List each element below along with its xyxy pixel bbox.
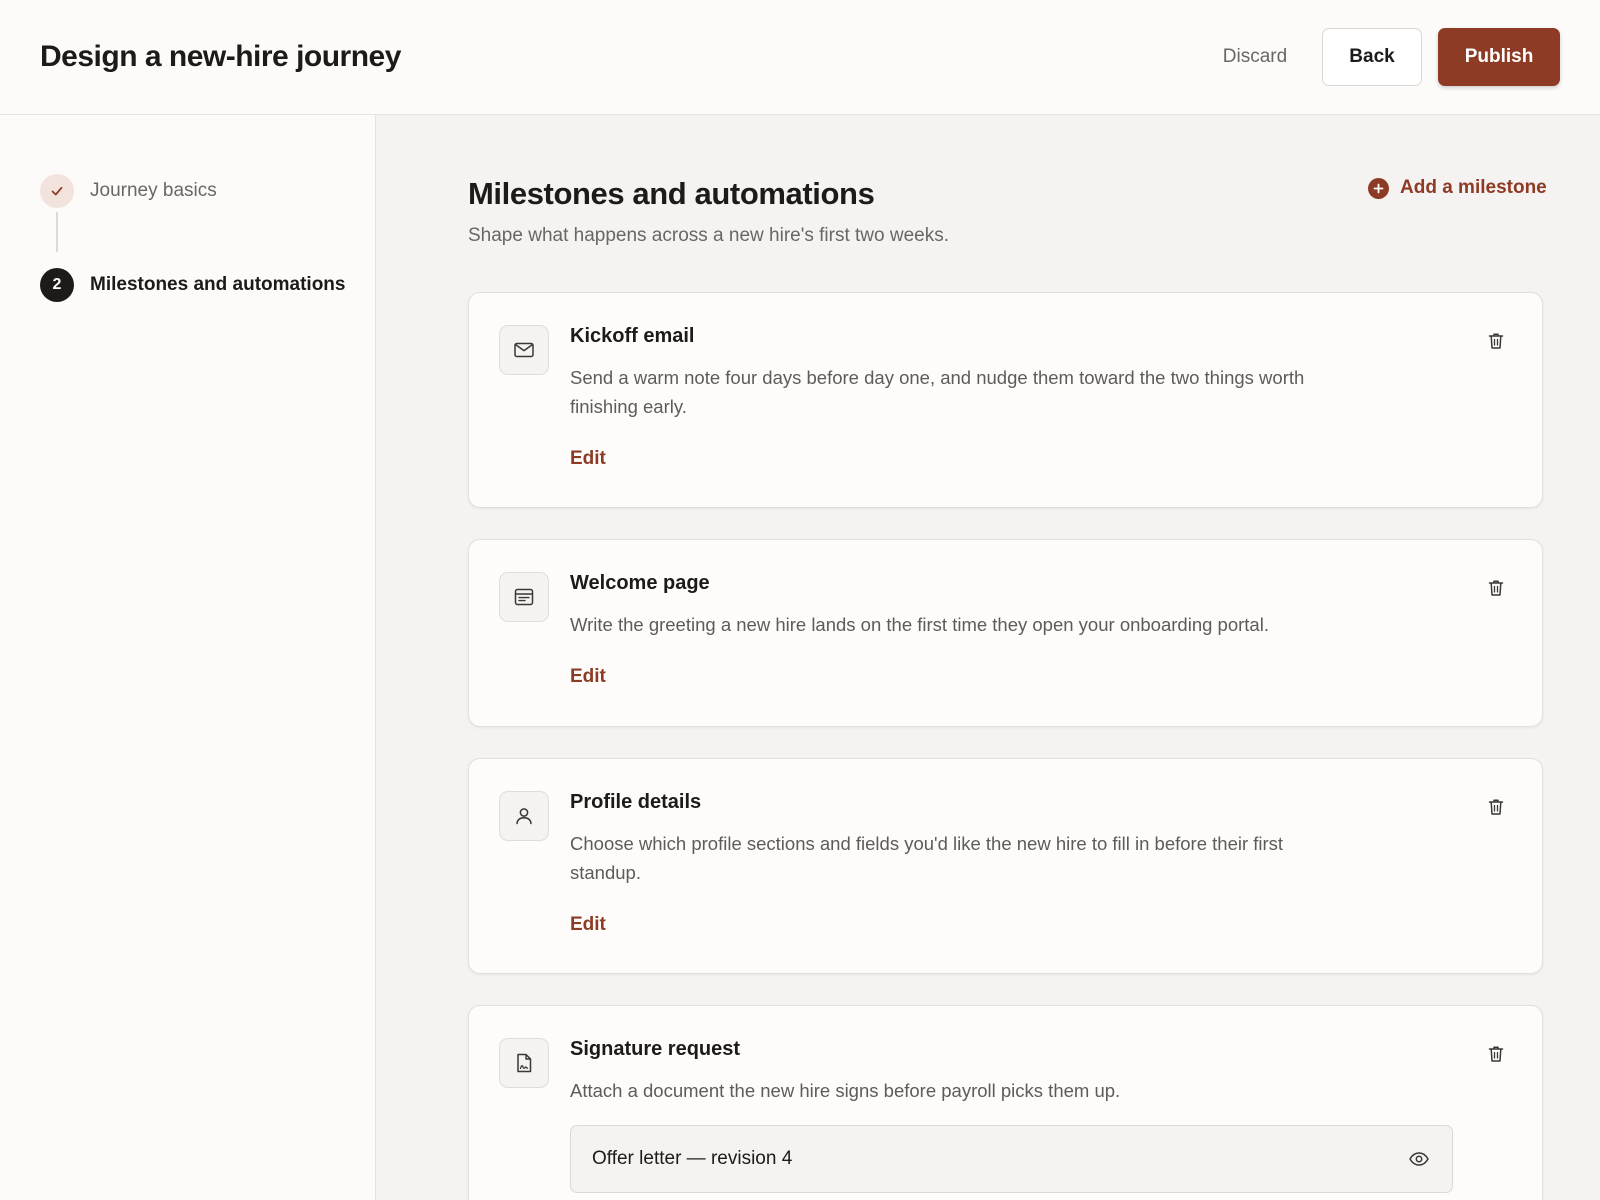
mail-icon (499, 325, 549, 375)
card-title: Welcome page (570, 572, 710, 594)
trash-icon[interactable] (1484, 1042, 1508, 1066)
card-description: Choose which profile sections and fields… (570, 833, 1284, 883)
edit-link[interactable]: Edit (570, 666, 606, 688)
section-title: Milestones and automations (468, 176, 875, 211)
back-button[interactable]: Back (1322, 28, 1422, 86)
signature-document-icon (499, 1038, 549, 1088)
edit-link[interactable]: Edit (570, 448, 606, 470)
eye-icon[interactable] (1406, 1146, 1432, 1172)
edit-link[interactable]: Edit (570, 914, 606, 936)
step-connector (56, 212, 58, 252)
trash-icon[interactable] (1484, 576, 1508, 600)
step-label: Journey basics (90, 180, 217, 201)
milestone-card-profile-details: Profile details Choose which profile sec… (468, 758, 1543, 974)
card-description: Send a warm note four days before day on… (570, 367, 1305, 417)
publish-button[interactable]: Publish (1438, 28, 1560, 86)
top-bar: Design a new-hire journey Discard Back P… (0, 0, 1600, 115)
add-milestone-button[interactable]: Add a milestone (1368, 177, 1547, 199)
user-icon (499, 791, 549, 841)
discard-button[interactable]: Discard (1200, 28, 1310, 86)
card-description: Write the greeting a new hire lands on t… (570, 614, 1269, 635)
step-milestones-and-automations[interactable]: 2 Milestones and automations (40, 268, 345, 302)
card-description: Attach a document the new hire signs bef… (570, 1080, 1121, 1101)
milestone-card-signature-request: Signature request Attach a document the … (468, 1005, 1543, 1200)
trash-icon[interactable] (1484, 329, 1508, 353)
step-journey-basics[interactable]: Journey basics (40, 174, 217, 208)
trash-icon[interactable] (1484, 795, 1508, 819)
document-name: Offer letter — revision 4 (592, 1148, 793, 1169)
check-icon (40, 174, 74, 208)
step-number-badge: 2 (40, 268, 74, 302)
card-title: Profile details (570, 791, 702, 813)
milestone-card-welcome-page: Welcome page Write the greeting a new hi… (468, 539, 1543, 727)
add-milestone-label: Add a milestone (1400, 177, 1547, 198)
step-label: Milestones and automations (90, 274, 346, 295)
section-subtitle: Shape what happens across a new hire's f… (468, 225, 949, 246)
card-title: Kickoff email (570, 325, 695, 347)
page-icon (499, 572, 549, 622)
plus-circle-icon (1368, 177, 1389, 199)
card-title: Signature request (570, 1038, 741, 1060)
milestone-card-kickoff-email: Kickoff email Send a warm note four days… (468, 292, 1543, 508)
attached-document[interactable]: Offer letter — revision 4 (570, 1125, 1453, 1193)
page-title: Design a new-hire journey (40, 40, 401, 73)
